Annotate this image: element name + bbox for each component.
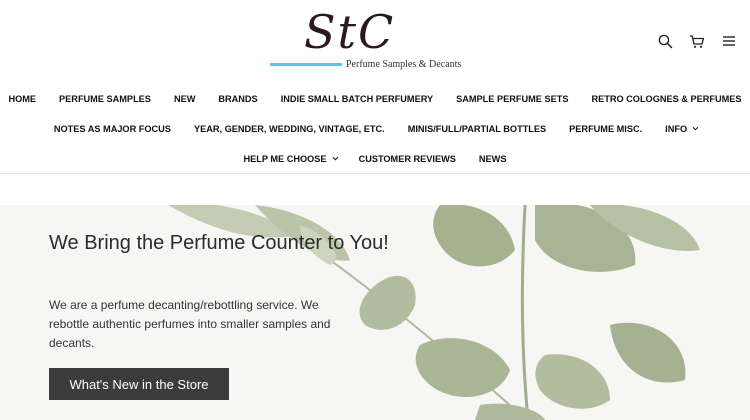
site-header: StC Perfume Samples & Decants bbox=[0, 0, 750, 80]
nav-item-notes-focus[interactable]: NOTES AS MAJOR FOCUS bbox=[42, 124, 182, 134]
cart-icon[interactable] bbox=[688, 32, 706, 50]
nav-item-customer-reviews[interactable]: CUSTOMER REVIEWS bbox=[347, 154, 467, 164]
chevron-down-icon bbox=[332, 154, 338, 161]
nav-item-info[interactable]: INFO bbox=[654, 124, 708, 134]
site-logo[interactable]: StC Perfume Samples & Decants bbox=[268, 4, 478, 74]
whats-new-button[interactable]: What's New in the Store bbox=[49, 368, 229, 400]
nav-row: HELP ME CHOOSE CUSTOMER REVIEWS NEWS bbox=[0, 144, 750, 174]
header-divider bbox=[0, 173, 750, 174]
search-icon[interactable] bbox=[656, 32, 674, 50]
menu-icon[interactable] bbox=[720, 32, 738, 50]
nav-row: NOTES AS MAJOR FOCUS YEAR, GENDER, WEDDI… bbox=[0, 114, 750, 144]
nav-item-news[interactable]: NEWS bbox=[467, 154, 518, 164]
nav-item-year-gender[interactable]: YEAR, GENDER, WEDDING, VINTAGE, ETC. bbox=[182, 124, 396, 134]
logo-tagline: Perfume Samples & Decants bbox=[346, 59, 462, 70]
nav-item-sample-perfume-sets[interactable]: SAMPLE PERFUME SETS bbox=[445, 94, 580, 104]
main-navigation: HOME PERFUME SAMPLES NEW BRANDS INDIE SM… bbox=[0, 84, 750, 174]
nav-item-info-label: INFO bbox=[665, 124, 688, 134]
nav-row: HOME PERFUME SAMPLES NEW BRANDS INDIE SM… bbox=[0, 84, 750, 114]
nav-item-home[interactable]: HOME bbox=[0, 94, 48, 104]
logo-accent-line bbox=[270, 63, 342, 66]
nav-item-new[interactable]: NEW bbox=[162, 94, 206, 104]
nav-item-minis-bottles[interactable]: MINIS/FULL/PARTIAL BOTTLES bbox=[396, 124, 557, 134]
logo-mark: StC bbox=[304, 5, 396, 59]
hero-title: We Bring the Perfume Counter to You! bbox=[49, 232, 389, 254]
header-icons bbox=[656, 32, 738, 50]
nav-item-help-me-choose[interactable]: HELP ME CHOOSE bbox=[232, 154, 347, 164]
hero-description: We are a perfume decanting/rebottling se… bbox=[49, 298, 331, 350]
nav-item-help-label: HELP ME CHOOSE bbox=[243, 154, 327, 164]
nav-item-brands[interactable]: BRANDS bbox=[207, 94, 269, 104]
nav-item-perfume-samples[interactable]: PERFUME SAMPLES bbox=[48, 94, 163, 104]
chevron-down-icon bbox=[692, 124, 699, 131]
nav-item-indie-small-batch[interactable]: INDIE SMALL BATCH PERFUMERY bbox=[269, 94, 444, 104]
nav-item-perfume-misc[interactable]: PERFUME MISC. bbox=[558, 124, 654, 134]
nav-item-retro-colognes[interactable]: RETRO COLOGNES & PERFUMES bbox=[580, 94, 750, 104]
hero-banner: We Bring the Perfume Counter to You! We … bbox=[0, 205, 750, 420]
